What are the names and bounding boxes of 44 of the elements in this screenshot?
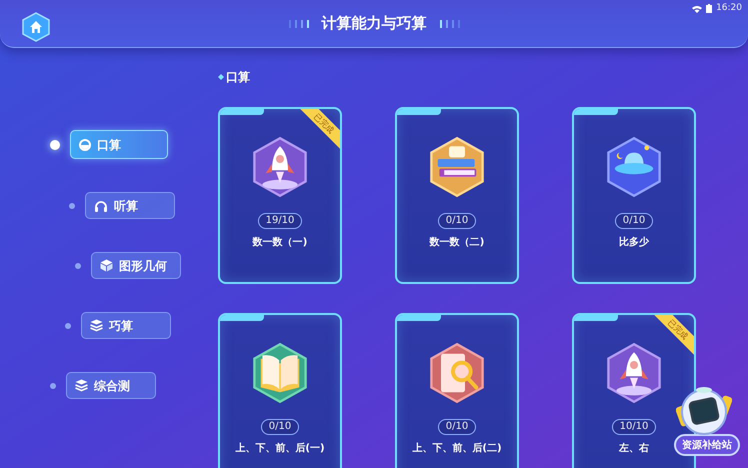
- section-title: 口算: [226, 69, 250, 86]
- home-button[interactable]: [22, 12, 50, 42]
- diamond-icon: [218, 74, 224, 80]
- card-tab: [574, 315, 618, 321]
- card-tab: [220, 109, 264, 115]
- resource-station-button[interactable]: 资源补给站: [674, 434, 740, 456]
- headphones-icon: [94, 200, 108, 212]
- card-title: 左、右: [619, 442, 649, 456]
- lesson-card[interactable]: 已完成 19/10 数一数（一): [218, 107, 342, 284]
- progress-count: 19/10: [258, 213, 302, 229]
- progress-count: 0/10: [438, 419, 476, 435]
- circle-icon: [79, 138, 91, 150]
- title-decoration: [438, 18, 460, 28]
- card-tab: [220, 315, 264, 321]
- card-title: 比多少: [619, 236, 649, 250]
- layers-icon: [90, 319, 103, 332]
- progress-count: 0/10: [438, 213, 476, 229]
- progress-count: 10/10: [612, 419, 656, 435]
- card-tab: [397, 315, 441, 321]
- layers-icon: [75, 379, 88, 392]
- progress-count: 0/10: [614, 213, 654, 229]
- battery-icon: [706, 4, 712, 14]
- category-tab[interactable]: 图形几何: [91, 252, 181, 279]
- wifi-icon: [692, 4, 702, 13]
- cube-icon: [100, 259, 113, 272]
- card-title: 数一数（一): [252, 236, 308, 250]
- page-title: 计算能力与巧算: [322, 13, 426, 34]
- lesson-card[interactable]: 0/10 比多少: [572, 107, 696, 284]
- card-tab: [574, 109, 618, 115]
- robot-drawing: [676, 384, 732, 436]
- category-tab[interactable]: 听算: [85, 192, 175, 219]
- card-tab: [397, 109, 441, 115]
- lesson-card[interactable]: 0/10 上、下、前、后(二): [395, 313, 519, 468]
- category-tab[interactable]: 巧算: [81, 312, 171, 339]
- status-time: 16:20: [716, 2, 742, 15]
- category-tab[interactable]: 综合测: [66, 372, 156, 399]
- lesson-card[interactable]: 0/10 数一数（二): [395, 107, 519, 284]
- lesson-card[interactable]: 0/10 上、下、前、后(一): [218, 313, 342, 468]
- progress-count: 0/10: [260, 419, 300, 435]
- home-icon: [22, 12, 50, 42]
- card-title: 上、下、前、后(一): [235, 442, 325, 456]
- card-title: 数一数（二): [430, 236, 484, 250]
- title-decoration: [288, 18, 310, 28]
- card-title: 上、下、前、后(二): [412, 442, 502, 456]
